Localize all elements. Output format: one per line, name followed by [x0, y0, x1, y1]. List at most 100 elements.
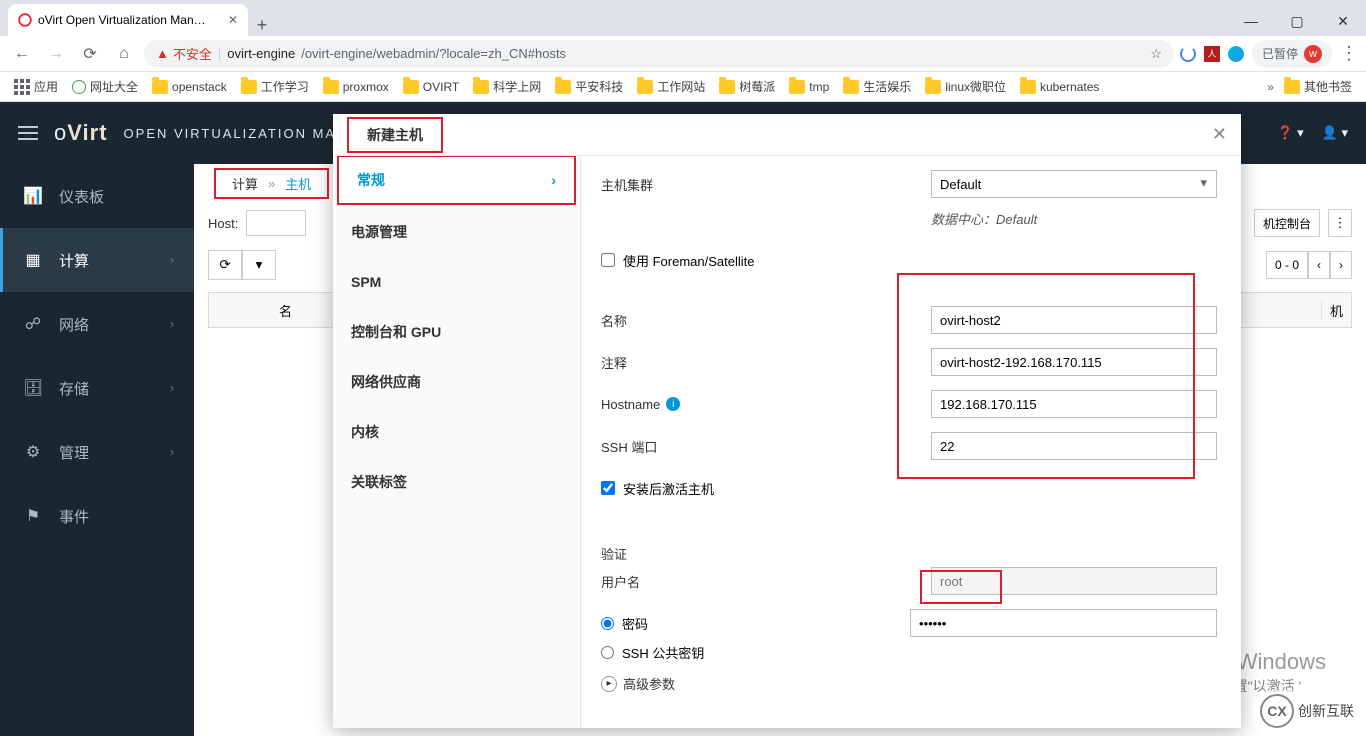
sidebar-item-compute[interactable]: ▦计算› [0, 228, 194, 292]
foreman-label: 使用 Foreman/Satellite [623, 251, 755, 270]
omnibox[interactable]: ▲ 不安全 | ovirt-engine/ovirt-engine/webadm… [144, 40, 1174, 68]
bookmark-folder[interactable]: 平安科技 [551, 76, 627, 97]
label-cluster: 主机集群 [601, 175, 931, 194]
auth-sshkey-radio[interactable] [601, 646, 614, 659]
bookmark-folder[interactable]: 树莓派 [715, 76, 779, 97]
folder-icon [843, 80, 859, 94]
expand-icon: ▸ [601, 676, 617, 692]
filter-label: Host: [208, 216, 238, 231]
dialog-title-highlight: 新建主机 [347, 117, 443, 153]
network-icon: ☍ [23, 314, 43, 334]
auth-password-radio[interactable] [601, 617, 614, 630]
foreman-checkbox[interactable] [601, 253, 615, 267]
host-console-button[interactable]: 机控制台 [1254, 209, 1320, 237]
toolbar-right: 人 已暂停 w ⋮ [1180, 40, 1358, 68]
bookmark-folder[interactable]: 工作网站 [633, 76, 709, 97]
filter-input[interactable] [246, 210, 306, 236]
nav-home[interactable]: ⌂ [110, 40, 138, 68]
nav-network-provider[interactable]: 网络供应商 [333, 357, 580, 407]
label-hostname: Hostname i [601, 397, 931, 412]
pager-prev[interactable]: ‹ [1308, 251, 1330, 279]
new-tab-button[interactable]: + [248, 15, 276, 36]
bookmark-folder[interactable]: proxmox [319, 78, 393, 96]
hamburger-icon[interactable] [18, 126, 38, 140]
breadcrumb-compute[interactable]: 计算 [232, 174, 258, 193]
window-maximize[interactable]: ▢ [1274, 6, 1320, 36]
sidebar-item-dashboard[interactable]: 📊仪表板 [0, 164, 194, 228]
password-input[interactable] [910, 609, 1217, 637]
compute-icon: ▦ [23, 250, 43, 270]
label-username: 用户名 [601, 572, 931, 591]
bookmark-folder[interactable]: tmp [785, 78, 833, 96]
flag-icon: ⚑ [23, 506, 43, 526]
profile-paused-chip[interactable]: 已暂停 w [1252, 40, 1332, 68]
activate-checkbox[interactable] [601, 481, 615, 495]
nav-spm[interactable]: SPM [333, 257, 580, 307]
chevron-right-icon: › [170, 317, 174, 331]
bookmark-folder[interactable]: openstack [148, 78, 231, 96]
nav-kernel[interactable]: 内核 [333, 407, 580, 457]
window-close[interactable]: ✕ [1320, 6, 1366, 36]
bookmark-folder[interactable]: OVIRT [399, 78, 463, 96]
ssh-port-input[interactable] [931, 432, 1217, 460]
folder-icon [1284, 80, 1300, 94]
dialog-form: 主机集群 Default 数据中心：Default 使用 Foreman/Sat… [581, 156, 1241, 728]
dialog-close-icon[interactable]: ✕ [1212, 124, 1227, 145]
bookmark-star-icon[interactable]: ☆ [1150, 46, 1162, 62]
bookmark-folder[interactable]: linux微职位 [921, 76, 1010, 97]
window-minimize[interactable]: — [1228, 6, 1274, 36]
tab-close-icon[interactable]: ✕ [228, 13, 238, 27]
folder-icon [323, 80, 339, 94]
nav-affinity[interactable]: 关联标签 [333, 457, 580, 507]
site-watermark: CX 创新互联 [1252, 690, 1362, 732]
kebab-menu-icon[interactable]: ⋮ [1328, 209, 1352, 237]
activate-label: 安装后激活主机 [623, 479, 714, 498]
auth-sshkey-label: SSH 公共密钥 [622, 643, 704, 662]
hostname-input[interactable] [931, 390, 1217, 418]
opera-icon [18, 13, 32, 27]
folder-icon [555, 80, 571, 94]
refresh-buttongroup: ⟳ ▾ [208, 250, 276, 280]
nav-back[interactable]: ← [8, 40, 36, 68]
pager-next[interactable]: › [1330, 251, 1352, 279]
sidebar-item-events[interactable]: ⚑事件 [0, 484, 194, 548]
window-controls: — ▢ ✕ [1228, 6, 1366, 36]
nav-power[interactable]: 电源管理 [333, 207, 580, 257]
nav-general[interactable]: 常规› [337, 156, 576, 205]
user-dropdown[interactable]: 👤 ▾ [1322, 125, 1348, 141]
advanced-toggle[interactable]: ▸ 高级参数 [601, 674, 1217, 693]
sidebar-item-admin[interactable]: ⚙管理› [0, 420, 194, 484]
bookmark-folder[interactable]: kubernates [1016, 78, 1103, 96]
folder-icon [403, 80, 419, 94]
sidebar-item-network[interactable]: ☍网络› [0, 292, 194, 356]
nav-console-gpu[interactable]: 控制台和 GPU [333, 307, 580, 357]
admin-icon: ⚙ [23, 442, 43, 462]
bookmark-overflow[interactable]: » [1267, 80, 1274, 94]
help-dropdown[interactable]: ❓ ▾ [1277, 125, 1303, 141]
menu-kebab-icon[interactable]: ⋮ [1340, 43, 1358, 64]
tab-title: oVirt Open Virtualization Man… [38, 13, 206, 27]
name-input[interactable] [931, 306, 1217, 334]
comment-input[interactable] [931, 348, 1217, 376]
refresh-button[interactable]: ⟳ [208, 250, 242, 280]
bookmark-folder[interactable]: 科学上网 [469, 76, 545, 97]
folder-icon [637, 80, 653, 94]
bookmark-folder[interactable]: 生活娱乐 [839, 76, 915, 97]
bookmark-folder[interactable]: 工作学习 [237, 76, 313, 97]
other-bookmarks[interactable]: 其他书签 [1280, 76, 1356, 97]
folder-icon [241, 80, 257, 94]
label-ssh: SSH 端口 [601, 437, 931, 456]
bookmark-item[interactable]: 网址大全 [68, 76, 142, 97]
apps-shortcut[interactable]: 应用 [10, 76, 62, 97]
sync-icon[interactable] [1180, 46, 1196, 62]
cluster-select[interactable]: Default [931, 170, 1217, 198]
primary-nav-sidebar: 📊仪表板 ▦计算› ☍网络› 🗄存储› ⚙管理› ⚑事件 [0, 164, 194, 736]
nav-reload[interactable]: ⟳ [76, 40, 104, 68]
pdf-ext-icon[interactable]: 人 [1204, 46, 1220, 62]
browser-tab-active[interactable]: oVirt Open Virtualization Man… ✕ [8, 4, 248, 36]
refresh-dropdown[interactable]: ▾ [242, 250, 276, 280]
sidebar-item-storage[interactable]: 🗄存储› [0, 356, 194, 420]
info-icon[interactable]: i [666, 397, 680, 411]
ext-icon-2[interactable] [1228, 46, 1244, 62]
breadcrumb-hosts[interactable]: 主机 [285, 174, 311, 193]
